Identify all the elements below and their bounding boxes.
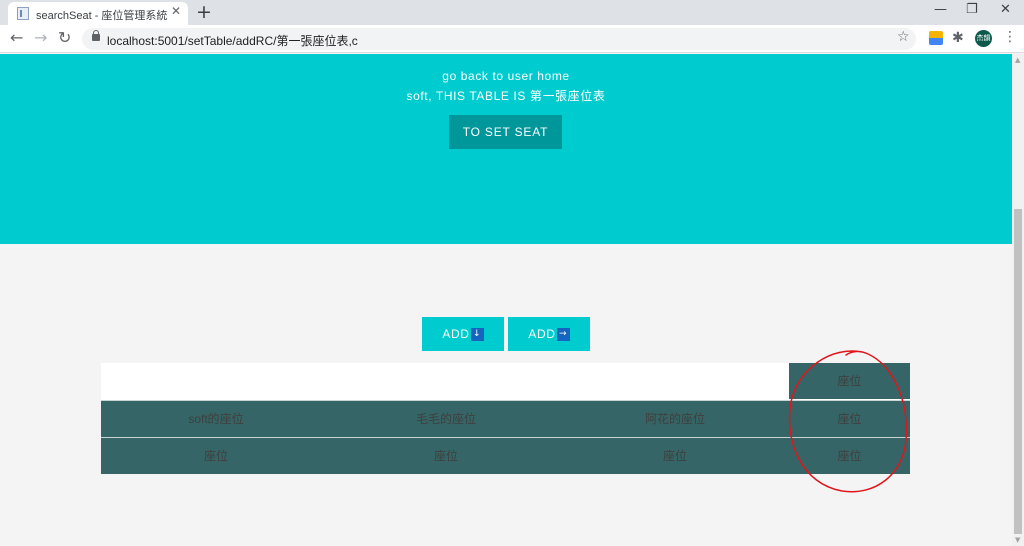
seat-cell[interactable] <box>101 363 331 399</box>
address-bar[interactable]: localhost:5001/setTable/addRC/第一張座位表,c ☆ <box>82 28 916 50</box>
table-row: 座位 <box>101 363 910 400</box>
forward-icon[interactable]: → <box>34 29 47 47</box>
scroll-down-icon[interactable]: ▼ <box>1015 536 1020 544</box>
page-content: go back to user home soft, THIS TABLE IS… <box>0 54 1012 546</box>
profile-avatar[interactable]: 杰韻 <box>975 30 992 47</box>
table-row: soft的座位 毛毛的座位 阿花的座位 座位 <box>101 400 910 437</box>
seat-cell[interactable]: 阿花的座位 <box>561 401 789 437</box>
table-row: 座位 座位 座位 座位 <box>101 437 910 474</box>
scrollbar-thumb[interactable] <box>1014 209 1022 534</box>
vertical-scrollbar[interactable]: ▲ ▼ <box>1012 54 1024 546</box>
seat-cell[interactable]: 座位 <box>789 363 910 399</box>
browser-toolbar: ← → ↻ localhost:5001/setTable/addRC/第一張座… <box>0 25 1024 53</box>
add-column-button[interactable]: ADD → <box>508 317 590 351</box>
back-to-user-home-link[interactable]: go back to user home <box>0 69 1012 83</box>
seat-cell[interactable] <box>331 363 561 399</box>
bookmark-star-icon[interactable]: ☆ <box>897 29 910 45</box>
lock-icon <box>92 30 100 41</box>
close-tab-icon[interactable]: ✕ <box>171 4 181 18</box>
seat-cell[interactable]: 座位 <box>331 438 561 474</box>
close-window-icon[interactable]: ✕ <box>1000 2 1011 17</box>
seat-cell[interactable] <box>561 363 789 399</box>
seat-cell[interactable]: 座位 <box>561 438 789 474</box>
seat-cell[interactable]: 毛毛的座位 <box>331 401 561 437</box>
arrow-right-icon: → <box>556 328 570 342</box>
seat-cell[interactable]: 座位 <box>789 438 910 474</box>
table-message: soft, THIS TABLE IS 第一張座位表 <box>406 89 606 103</box>
url-text[interactable]: localhost:5001/setTable/addRC/第一張座位表,c <box>107 32 358 49</box>
hero-banner: go back to user home soft, THIS TABLE IS… <box>0 54 1012 244</box>
tab-title: searchSeat - 座位管理系統 <box>36 10 168 22</box>
seat-cell[interactable]: soft的座位 <box>101 401 331 437</box>
browser-menu-icon[interactable]: ⋮ <box>1003 29 1017 45</box>
back-icon[interactable]: ← <box>10 29 23 47</box>
arrow-down-icon: ↓ <box>470 328 484 342</box>
browser-window: searchSeat - 座位管理系統 ✕ + — ❐ ✕ ← → ↻ loca… <box>0 0 1024 546</box>
seat-cell[interactable]: 座位 <box>789 401 910 437</box>
tab-strip: searchSeat - 座位管理系統 ✕ + — ❐ ✕ <box>0 0 1024 25</box>
scroll-up-icon[interactable]: ▲ <box>1015 56 1020 64</box>
reload-icon[interactable]: ↻ <box>58 29 71 47</box>
seat-table: 座位 soft的座位 毛毛的座位 阿花的座位 座位 座位 座位 座位 座位 <box>101 363 910 474</box>
extension-icon[interactable] <box>929 31 943 45</box>
add-row-label: ADD <box>442 327 470 341</box>
to-set-seat-button[interactable]: TO SET SEAT <box>449 115 562 149</box>
add-row-button[interactable]: ADD ↓ <box>422 317 504 351</box>
tab-searchseat[interactable]: searchSeat - 座位管理系統 ✕ <box>8 2 188 25</box>
extensions-puzzle-icon[interactable]: ✱ <box>952 30 964 46</box>
page-icon <box>17 7 29 20</box>
seat-cell[interactable]: 座位 <box>101 438 331 474</box>
minimize-icon[interactable]: — <box>934 2 947 17</box>
add-column-label: ADD <box>528 327 556 341</box>
new-tab-button[interactable]: + <box>196 1 212 23</box>
restore-icon[interactable]: ❐ <box>966 2 978 17</box>
